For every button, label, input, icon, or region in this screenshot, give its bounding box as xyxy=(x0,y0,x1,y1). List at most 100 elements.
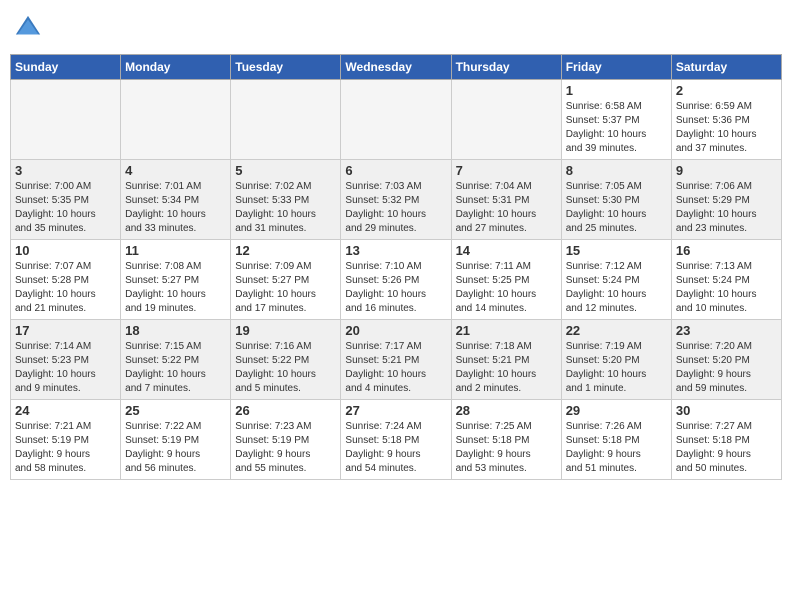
calendar-cell xyxy=(11,80,121,160)
calendar-cell: 24 Sunrise: 7:21 AM Sunset: 5:19 PM Dayli… xyxy=(11,400,121,480)
day-number: 26 xyxy=(235,403,336,418)
calendar-cell: 23 Sunrise: 7:20 AM Sunset: 5:20 PM Dayli… xyxy=(671,320,781,400)
day-info: Sunrise: 7:22 AM Sunset: 5:19 PM Dayligh… xyxy=(125,420,226,476)
calendar-cell: 16Sunrise: 7:13 AM Sunset: 5:24 PM Dayli… xyxy=(671,240,781,320)
day-info: Sunrise: 7:10 AM Sunset: 5:26 PM Dayligh… xyxy=(345,260,446,316)
column-header-sunday: Sunday xyxy=(11,55,121,80)
day-number: 28 xyxy=(456,403,557,418)
day-number: 2 xyxy=(676,83,777,98)
day-info: Sunrise: 7:06 AM Sunset: 5:29 PM Dayligh… xyxy=(676,180,777,236)
calendar-cell: 18 Sunrise: 7:15 AM Sunset: 5:22 PM Dayli… xyxy=(121,320,231,400)
day-info: Sunrise: 7:01 AM Sunset: 5:34 PM Dayligh… xyxy=(125,180,226,236)
calendar-week-4: 17 Sunrise: 7:14 AM Sunset: 5:23 PM Dayli… xyxy=(11,320,782,400)
day-info: Sunrise: 7:13 AM Sunset: 5:24 PM Dayligh… xyxy=(676,260,777,316)
calendar-cell: 5 Sunrise: 7:02 AM Sunset: 5:33 PM Daylig… xyxy=(231,160,341,240)
logo xyxy=(14,14,44,42)
column-header-thursday: Thursday xyxy=(451,55,561,80)
day-info: Sunrise: 7:11 AM Sunset: 5:25 PM Dayligh… xyxy=(456,260,557,316)
day-info: Sunrise: 7:12 AM Sunset: 5:24 PM Dayligh… xyxy=(566,260,667,316)
day-number: 6 xyxy=(345,163,446,178)
calendar-cell: 25 Sunrise: 7:22 AM Sunset: 5:19 PM Dayli… xyxy=(121,400,231,480)
day-number: 25 xyxy=(125,403,226,418)
day-number: 20 xyxy=(345,323,446,338)
day-info: Sunrise: 7:21 AM Sunset: 5:19 PM Dayligh… xyxy=(15,420,116,476)
calendar-cell: 6 Sunrise: 7:03 AM Sunset: 5:32 PM Daylig… xyxy=(341,160,451,240)
calendar-cell: 1 Sunrise: 6:58 AM Sunset: 5:37 PM Daylig… xyxy=(561,80,671,160)
calendar-cell: 7Sunrise: 7:04 AM Sunset: 5:31 PM Daylig… xyxy=(451,160,561,240)
day-info: Sunrise: 7:25 AM Sunset: 5:18 PM Dayligh… xyxy=(456,420,557,476)
day-info: Sunrise: 7:03 AM Sunset: 5:32 PM Dayligh… xyxy=(345,180,446,236)
day-number: 30 xyxy=(676,403,777,418)
day-number: 27 xyxy=(345,403,446,418)
day-info: Sunrise: 7:00 AM Sunset: 5:35 PM Dayligh… xyxy=(15,180,116,236)
calendar-cell: 30 Sunrise: 7:27 AM Sunset: 5:18 PM Dayli… xyxy=(671,400,781,480)
day-info: Sunrise: 7:09 AM Sunset: 5:27 PM Dayligh… xyxy=(235,260,336,316)
day-number: 9 xyxy=(676,163,777,178)
calendar-cell: 26 Sunrise: 7:23 AM Sunset: 5:19 PM Dayli… xyxy=(231,400,341,480)
day-number: 29 xyxy=(566,403,667,418)
calendar-cell xyxy=(231,80,341,160)
day-number: 4 xyxy=(125,163,226,178)
day-number: 17 xyxy=(15,323,116,338)
calendar-cell: 28 Sunrise: 7:25 AM Sunset: 5:18 PM Dayli… xyxy=(451,400,561,480)
calendar-cell: 14 Sunrise: 7:11 AM Sunset: 5:25 PM Dayli… xyxy=(451,240,561,320)
day-number: 23 xyxy=(676,323,777,338)
day-number: 14 xyxy=(456,243,557,258)
day-info: Sunrise: 7:26 AM Sunset: 5:18 PM Dayligh… xyxy=(566,420,667,476)
calendar-cell xyxy=(451,80,561,160)
day-number: 15 xyxy=(566,243,667,258)
day-number: 8 xyxy=(566,163,667,178)
day-number: 24 xyxy=(15,403,116,418)
calendar-cell: 11 Sunrise: 7:08 AM Sunset: 5:27 PM Dayli… xyxy=(121,240,231,320)
day-info: Sunrise: 7:17 AM Sunset: 5:21 PM Dayligh… xyxy=(345,340,446,396)
calendar-cell: 8 Sunrise: 7:05 AM Sunset: 5:30 PM Daylig… xyxy=(561,160,671,240)
calendar-cell: 3 Sunrise: 7:00 AM Sunset: 5:35 PM Daylig… xyxy=(11,160,121,240)
calendar-cell: 4 Sunrise: 7:01 AM Sunset: 5:34 PM Daylig… xyxy=(121,160,231,240)
day-info: Sunrise: 7:18 AM Sunset: 5:21 PM Dayligh… xyxy=(456,340,557,396)
calendar-cell: 19Sunrise: 7:16 AM Sunset: 5:22 PM Dayli… xyxy=(231,320,341,400)
calendar-cell: 13Sunrise: 7:10 AM Sunset: 5:26 PM Dayli… xyxy=(341,240,451,320)
day-info: Sunrise: 6:58 AM Sunset: 5:37 PM Dayligh… xyxy=(566,100,667,156)
day-info: Sunrise: 7:19 AM Sunset: 5:20 PM Dayligh… xyxy=(566,340,667,396)
calendar-cell: 2 Sunrise: 6:59 AM Sunset: 5:36 PM Daylig… xyxy=(671,80,781,160)
column-header-monday: Monday xyxy=(121,55,231,80)
day-info: Sunrise: 7:20 AM Sunset: 5:20 PM Dayligh… xyxy=(676,340,777,396)
day-info: Sunrise: 7:24 AM Sunset: 5:18 PM Dayligh… xyxy=(345,420,446,476)
calendar-cell: 12 Sunrise: 7:09 AM Sunset: 5:27 PM Dayli… xyxy=(231,240,341,320)
day-info: Sunrise: 7:23 AM Sunset: 5:19 PM Dayligh… xyxy=(235,420,336,476)
calendar-cell: 27 Sunrise: 7:24 AM Sunset: 5:18 PM Dayli… xyxy=(341,400,451,480)
day-number: 11 xyxy=(125,243,226,258)
calendar-week-1: 1 Sunrise: 6:58 AM Sunset: 5:37 PM Daylig… xyxy=(11,80,782,160)
day-number: 12 xyxy=(235,243,336,258)
day-info: Sunrise: 7:08 AM Sunset: 5:27 PM Dayligh… xyxy=(125,260,226,316)
day-info: Sunrise: 6:59 AM Sunset: 5:36 PM Dayligh… xyxy=(676,100,777,156)
day-number: 22 xyxy=(566,323,667,338)
day-info: Sunrise: 7:27 AM Sunset: 5:18 PM Dayligh… xyxy=(676,420,777,476)
calendar-cell xyxy=(121,80,231,160)
column-header-friday: Friday xyxy=(561,55,671,80)
calendar-week-2: 3 Sunrise: 7:00 AM Sunset: 5:35 PM Daylig… xyxy=(11,160,782,240)
day-info: Sunrise: 7:14 AM Sunset: 5:23 PM Dayligh… xyxy=(15,340,116,396)
day-info: Sunrise: 7:05 AM Sunset: 5:30 PM Dayligh… xyxy=(566,180,667,236)
calendar-cell: 15 Sunrise: 7:12 AM Sunset: 5:24 PM Dayli… xyxy=(561,240,671,320)
calendar-cell: 20 Sunrise: 7:17 AM Sunset: 5:21 PM Dayli… xyxy=(341,320,451,400)
day-number: 1 xyxy=(566,83,667,98)
day-number: 18 xyxy=(125,323,226,338)
day-info: Sunrise: 7:16 AM Sunset: 5:22 PM Dayligh… xyxy=(235,340,336,396)
day-number: 5 xyxy=(235,163,336,178)
day-info: Sunrise: 7:15 AM Sunset: 5:22 PM Dayligh… xyxy=(125,340,226,396)
calendar-cell xyxy=(341,80,451,160)
calendar-cell: 21 Sunrise: 7:18 AM Sunset: 5:21 PM Dayli… xyxy=(451,320,561,400)
calendar-table: SundayMondayTuesdayWednesdayThursdayFrid… xyxy=(10,54,782,480)
calendar-cell: 9 Sunrise: 7:06 AM Sunset: 5:29 PM Daylig… xyxy=(671,160,781,240)
day-number: 21 xyxy=(456,323,557,338)
day-number: 3 xyxy=(15,163,116,178)
day-info: Sunrise: 7:07 AM Sunset: 5:28 PM Dayligh… xyxy=(15,260,116,316)
day-number: 10 xyxy=(15,243,116,258)
column-header-saturday: Saturday xyxy=(671,55,781,80)
calendar-cell: 17 Sunrise: 7:14 AM Sunset: 5:23 PM Dayli… xyxy=(11,320,121,400)
day-info: Sunrise: 7:02 AM Sunset: 5:33 PM Dayligh… xyxy=(235,180,336,236)
calendar-week-5: 24 Sunrise: 7:21 AM Sunset: 5:19 PM Dayli… xyxy=(11,400,782,480)
day-number: 7 xyxy=(456,163,557,178)
calendar-cell: 22 Sunrise: 7:19 AM Sunset: 5:20 PM Dayli… xyxy=(561,320,671,400)
